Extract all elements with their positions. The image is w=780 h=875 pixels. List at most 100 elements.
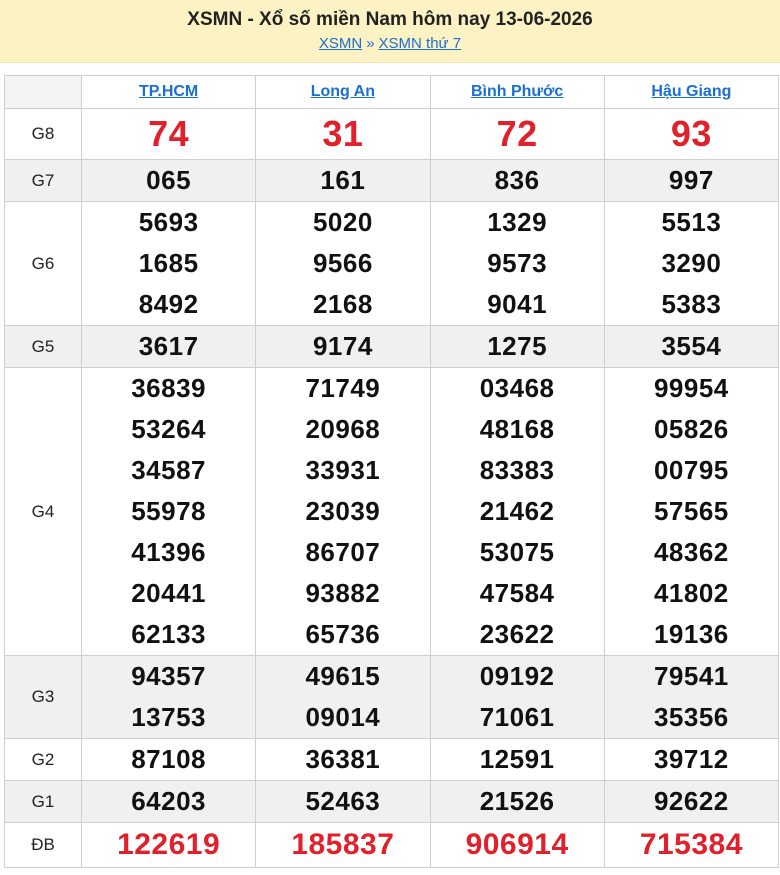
prize-number: 48362 <box>653 537 729 567</box>
province-link-binhphuoc[interactable]: Bình Phước <box>471 83 563 100</box>
prize-number: 5383 <box>661 289 722 319</box>
prize-label: G8 <box>4 108 82 160</box>
prize-row: G8 74 31 72 93 <box>4 108 780 160</box>
prize-cell: 79541 35356 <box>603 655 780 739</box>
prize-number: 1275 <box>487 331 548 361</box>
province-link-haugiang[interactable]: Hậu Giang <box>651 83 731 100</box>
prize-number: 20441 <box>131 578 207 608</box>
prize-number: 71061 <box>479 702 555 732</box>
province-header: Hậu Giang <box>603 75 780 109</box>
prize-number: 92622 <box>653 786 729 816</box>
prize-number: 19136 <box>653 619 729 649</box>
prize-cell: 065 <box>80 159 257 202</box>
prize-number: 23039 <box>305 496 381 526</box>
prize-cell: 836 <box>429 159 605 202</box>
prize-row: G2 87108 36381 12591 39712 <box>4 738 780 781</box>
province-link-tphcm[interactable]: TP.HCM <box>139 83 198 100</box>
prize-cell: 122619 <box>80 822 257 868</box>
prize-number: 53075 <box>479 537 555 567</box>
prize-number: 836 <box>494 165 540 195</box>
prize-number: 5020 <box>312 207 373 237</box>
prize-number: 72 <box>496 113 538 154</box>
breadcrumb-separator: » <box>366 35 375 52</box>
prize-row: G6 5693 1685 8492 5020 9566 2168 1329 9573 9041 55… <box>4 201 780 326</box>
province-link-longan[interactable]: Long An <box>311 83 375 100</box>
prize-number: 3554 <box>661 331 722 361</box>
prize-label: G3 <box>4 655 82 739</box>
prize-number: 93 <box>670 113 712 154</box>
prize-number: 64203 <box>131 786 207 816</box>
prize-number: 5513 <box>661 207 722 237</box>
prize-number: 41802 <box>653 578 729 608</box>
prize-number: 48168 <box>479 414 555 444</box>
prize-number: 1685 <box>138 248 199 278</box>
prize-number: 57565 <box>653 496 729 526</box>
results-table: TP.HCM Long An Bình Phước Hậu Giang G8 74… <box>4 75 780 868</box>
prize-label: G2 <box>4 738 82 781</box>
prize-cell: 99954 05826 00795 57565 48362 41802 19136 <box>603 367 780 656</box>
prize-number: 41396 <box>131 537 207 567</box>
prize-cell: 03468 48168 83383 21462 53075 47584 23622 <box>429 367 605 656</box>
prize-number: 36381 <box>305 744 381 774</box>
prize-cell: 72 <box>429 108 605 160</box>
breadcrumb-xsmn-thu7-link[interactable]: XSMN thứ 7 <box>379 35 462 52</box>
prize-number: 49615 <box>305 661 381 691</box>
prize-number: 122619 <box>117 828 221 861</box>
breadcrumb: XSMN» XSMN thứ 7 <box>0 35 780 52</box>
prize-cell: 5020 9566 2168 <box>255 201 431 326</box>
prize-row: G7 065 161 836 997 <box>4 159 780 202</box>
prize-number: 74 <box>148 113 190 154</box>
prize-cell: 1275 <box>429 325 605 368</box>
prize-cell: 49615 09014 <box>255 655 431 739</box>
prize-cell: 161 <box>255 159 431 202</box>
breadcrumb-xsmn-link[interactable]: XSMN <box>319 35 362 52</box>
prize-cell: 12591 <box>429 738 605 781</box>
prize-number: 62133 <box>131 619 207 649</box>
prize-number: 00795 <box>653 455 729 485</box>
prize-number: 5693 <box>138 207 199 237</box>
prize-cell: 74 <box>80 108 257 160</box>
prize-cell: 906914 <box>429 822 605 868</box>
prize-cell: 71749 20968 33931 23039 86707 93882 65736 <box>255 367 431 656</box>
prize-number: 906914 <box>465 828 569 861</box>
prize-number: 47584 <box>479 578 555 608</box>
prize-number: 715384 <box>639 828 743 861</box>
prize-number: 53264 <box>131 414 207 444</box>
prize-row: G1 64203 52463 21526 92622 <box>4 780 780 823</box>
prize-cell: 997 <box>603 159 780 202</box>
prize-number: 13753 <box>131 702 207 732</box>
prize-number: 86707 <box>305 537 381 567</box>
prize-number: 9041 <box>487 289 548 319</box>
prize-number: 94357 <box>131 661 207 691</box>
prize-number: 05826 <box>653 414 729 444</box>
prize-cell: 5513 3290 5383 <box>603 201 780 326</box>
prize-number: 79541 <box>653 661 729 691</box>
prize-number: 1329 <box>487 207 548 237</box>
province-header: Long An <box>255 75 431 109</box>
prize-cell: 39712 <box>603 738 780 781</box>
prize-number: 33931 <box>305 455 381 485</box>
prize-row: ĐB 122619 185837 906914 715384 <box>4 822 780 868</box>
prize-cell: 36381 <box>255 738 431 781</box>
prize-number: 2168 <box>312 289 373 319</box>
prize-number: 9573 <box>487 248 548 278</box>
prize-cell: 1329 9573 9041 <box>429 201 605 326</box>
corner-cell <box>4 75 82 109</box>
prize-label: G6 <box>4 201 82 326</box>
prize-number: 12591 <box>479 744 555 774</box>
prize-cell: 93 <box>603 108 780 160</box>
prize-number: 161 <box>320 165 366 195</box>
prize-cell: 09192 71061 <box>429 655 605 739</box>
prize-row: G5 3617 9174 1275 3554 <box>4 325 780 368</box>
prize-number: 83383 <box>479 455 555 485</box>
province-header: TP.HCM <box>80 75 257 109</box>
prize-cell: 21526 <box>429 780 605 823</box>
prize-number: 21526 <box>479 786 555 816</box>
prize-number: 65736 <box>305 619 381 649</box>
prize-cell: 94357 13753 <box>80 655 257 739</box>
prize-number: 36839 <box>131 373 207 403</box>
prize-number: 71749 <box>305 373 381 403</box>
prize-label: ĐB <box>4 822 82 868</box>
prize-cell: 52463 <box>255 780 431 823</box>
prize-number: 065 <box>146 165 192 195</box>
